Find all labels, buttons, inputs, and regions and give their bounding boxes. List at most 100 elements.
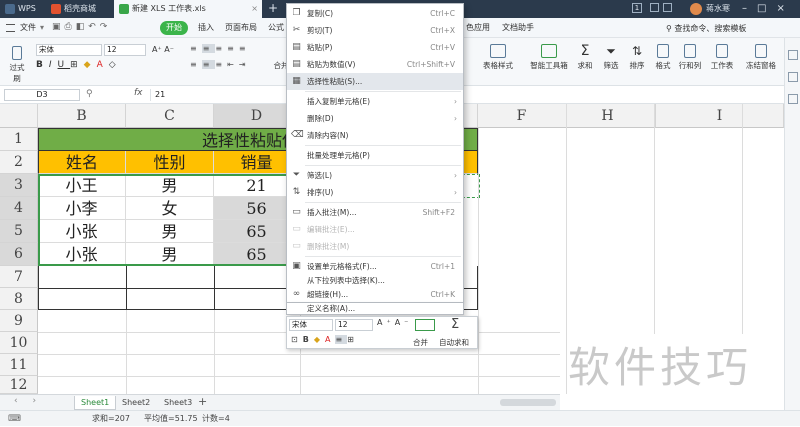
- user-name[interactable]: 蒋水寒: [706, 0, 730, 18]
- mini-align-icon[interactable]: ≡: [335, 335, 348, 344]
- mini-paint-icon[interactable]: ⊡: [291, 335, 303, 344]
- mini-merge-button[interactable]: 合并: [413, 337, 428, 348]
- window-controls[interactable]: –□×: [742, 0, 795, 18]
- menu-item-batch[interactable]: 批量处理单元格(P): [287, 147, 463, 164]
- vertical-align-icons[interactable]: ≡≡≡≡≡: [190, 44, 270, 56]
- menu-item-cut[interactable]: ✂ 剪切(T) Ctrl+X: [287, 22, 463, 39]
- font-size-select[interactable]: 12: [104, 44, 146, 56]
- tab-wps[interactable]: WPS: [0, 0, 46, 18]
- fx-icon[interactable]: fx: [134, 88, 143, 98]
- font-style-row[interactable]: BIU⊞◆A◇: [36, 60, 186, 70]
- menu-item-paste[interactable]: ▤ 粘贴(P) Ctrl+V: [287, 39, 463, 56]
- format-button[interactable]: 格式: [652, 44, 674, 71]
- panel-icon[interactable]: [788, 94, 798, 104]
- sheet-tab-2[interactable]: Sheet2: [116, 396, 156, 410]
- menu-item-insert-comment[interactable]: ▭ 插入批注(M)... Shift+F2: [287, 204, 463, 221]
- menu-item-hyperlink[interactable]: ∞ 超链接(H)... Ctrl+K: [287, 288, 463, 302]
- layout-icon[interactable]: [650, 3, 659, 12]
- format-painter-button[interactable]: 过式刷: [6, 46, 28, 84]
- mini-fill-icon[interactable]: ◆: [314, 335, 325, 344]
- menu-item-edit-comment[interactable]: ▭ 编辑批注(E)...: [287, 221, 463, 238]
- column-header[interactable]: B: [38, 104, 126, 128]
- menu-doc-helper[interactable]: 文档助手: [502, 21, 534, 35]
- underline-icon[interactable]: U: [58, 60, 71, 70]
- sort-button[interactable]: ⇅ 排序: [626, 44, 648, 71]
- menu-item-sort[interactable]: ⇅ 排序(U) ›: [287, 184, 463, 201]
- row-header[interactable]: 9: [0, 310, 38, 332]
- sheet-nav-icons[interactable]: ‹ ›: [14, 396, 42, 406]
- menu-start[interactable]: 开始: [160, 21, 188, 35]
- table-cell[interactable]: 男: [126, 220, 214, 243]
- font-color-icon[interactable]: A: [97, 60, 109, 70]
- row-header[interactable]: 5: [0, 220, 38, 243]
- close-icon[interactable]: ×: [776, 3, 794, 14]
- menu-item-insert-copied[interactable]: 插入复制单元格(E) ›: [287, 93, 463, 110]
- table-style-button[interactable]: 表格样式: [478, 44, 518, 71]
- save-icon[interactable]: ▣: [52, 22, 65, 32]
- sum-button[interactable]: Σ 求和: [574, 44, 596, 71]
- new-tab-icon[interactable]: +: [268, 1, 278, 15]
- mini-font-grow-shrink[interactable]: A⁺A⁻: [377, 318, 412, 327]
- row-header[interactable]: 12: [0, 376, 38, 394]
- row-header[interactable]: 11: [0, 354, 38, 376]
- mini-font-color-icon[interactable]: A: [325, 335, 335, 344]
- table-cell[interactable]: 小李: [38, 197, 126, 220]
- layout-icons[interactable]: [650, 3, 680, 13]
- row-header[interactable]: 2: [0, 151, 38, 174]
- row-header[interactable]: 1: [0, 128, 38, 151]
- font-size-buttons[interactable]: A⁺ A⁻: [150, 45, 176, 54]
- table-cell[interactable]: 男: [126, 243, 214, 266]
- redo-icon[interactable]: ↷: [100, 22, 112, 32]
- row-header[interactable]: 10: [0, 332, 38, 354]
- bold-icon[interactable]: B: [36, 60, 49, 70]
- select-all-corner[interactable]: [0, 104, 38, 128]
- menu-page-layout[interactable]: 页面布局: [225, 21, 257, 35]
- formula-input[interactable]: 21: [150, 89, 780, 101]
- horizontal-scrollbar[interactable]: [500, 399, 556, 406]
- table-cell[interactable]: 男: [126, 174, 214, 197]
- mini-border-icon[interactable]: ⊞: [347, 335, 359, 344]
- table-cell[interactable]: 小张: [38, 243, 126, 266]
- panel-icon[interactable]: [788, 72, 798, 82]
- smart-toolbox-button[interactable]: 智能工具箱: [524, 44, 574, 71]
- macro-icon[interactable]: ⌨: [8, 411, 21, 427]
- menu-item-define-name[interactable]: 定义名称(A)...: [286, 303, 464, 315]
- menu-item-delete-comment[interactable]: ▭ 删除批注(M): [287, 238, 463, 255]
- add-sheet-icon[interactable]: +: [198, 395, 207, 408]
- name-box[interactable]: D3: [4, 89, 80, 101]
- menu-dropdown-icon[interactable]: ▾: [40, 21, 44, 35]
- mini-merge-icon[interactable]: [415, 319, 435, 331]
- header-cell[interactable]: 姓名: [38, 151, 126, 174]
- menu-formula[interactable]: 公式: [268, 21, 284, 35]
- print-icon[interactable]: ⎙: [65, 22, 76, 32]
- menu-item-paste-values[interactable]: ▤ 粘贴为数值(V) Ctrl+Shift+V: [287, 56, 463, 73]
- sheet-tab-1[interactable]: Sheet1: [74, 396, 117, 410]
- row-header[interactable]: 3: [0, 174, 38, 197]
- menu-item-filter[interactable]: ⏷ 筛选(L) ›: [287, 167, 463, 184]
- mini-autosum-button[interactable]: 自动求和: [439, 337, 469, 348]
- table-cell[interactable]: 小张: [38, 220, 126, 243]
- font-name-select[interactable]: 宋体: [36, 44, 102, 56]
- close-tab-icon[interactable]: ×: [251, 0, 258, 18]
- row-header[interactable]: 8: [0, 288, 38, 310]
- row-header[interactable]: 7: [0, 266, 38, 288]
- italic-icon[interactable]: I: [49, 60, 58, 70]
- mini-sum-icon[interactable]: Σ: [451, 317, 459, 332]
- tab-workbook[interactable]: 新建 XLS 工作表.xls ×: [114, 0, 262, 18]
- column-header[interactable]: I: [656, 104, 784, 128]
- mini-bold-icon[interactable]: B: [303, 335, 314, 344]
- table-cell[interactable]: 小王: [38, 174, 126, 197]
- skin-icon[interactable]: [663, 3, 672, 12]
- menu-item-delete[interactable]: 删除(D) ›: [287, 110, 463, 127]
- menu-item-copy[interactable]: ❐ 复制(C) Ctrl+C: [287, 5, 463, 22]
- border-icon[interactable]: ⊞: [70, 60, 84, 70]
- rows-cols-button[interactable]: 行和列: [676, 44, 704, 71]
- minimize-icon[interactable]: –: [742, 3, 757, 14]
- sheet-tab-3[interactable]: Sheet3: [158, 396, 198, 410]
- horizontal-align-icons[interactable]: ≡≡≡⇤⇥: [190, 60, 270, 72]
- menu-item-format-cells[interactable]: ▣ 设置单元格格式(F)... Ctrl+1: [287, 258, 463, 274]
- menu-item-clear[interactable]: ⌫ 清除内容(N): [287, 127, 463, 144]
- clear-format-icon[interactable]: ◇: [109, 60, 122, 70]
- filter-button[interactable]: ⏷ 筛选: [600, 44, 622, 71]
- menu-apps[interactable]: 色应用: [466, 21, 490, 35]
